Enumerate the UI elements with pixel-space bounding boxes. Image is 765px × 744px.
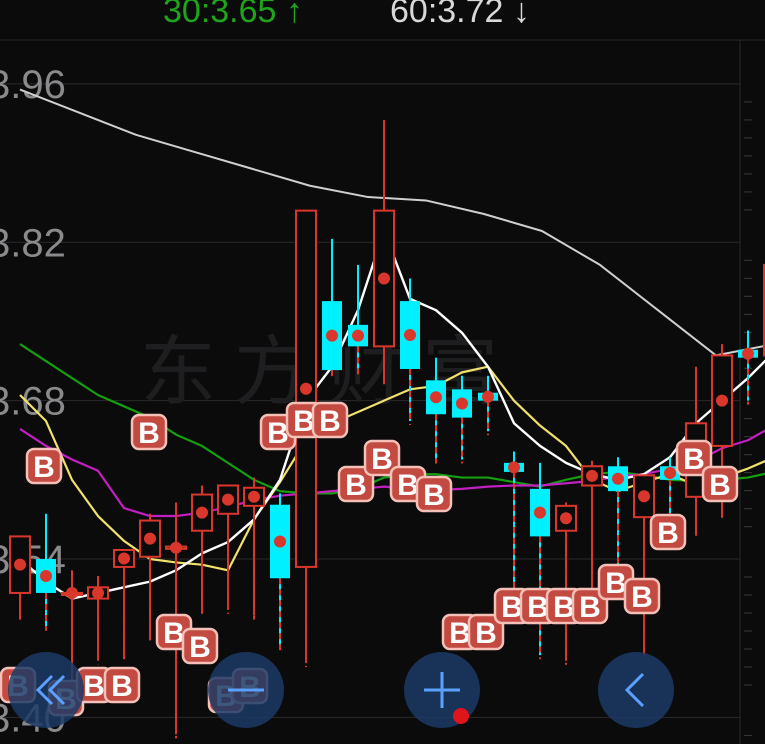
buy-badge-letter: B <box>293 405 315 438</box>
signal-dot <box>248 490 260 503</box>
buy-badge-letter: B <box>475 617 497 650</box>
signal-dot <box>222 493 234 506</box>
buy-badge-letter: B <box>138 417 160 450</box>
buy-badge-letter: B <box>371 443 393 476</box>
buy-badge-letter: B <box>683 443 705 476</box>
buy-badge-letter: B <box>111 670 133 703</box>
candle <box>373 120 395 381</box>
signal-dot <box>560 512 572 525</box>
signal-dot <box>326 329 338 342</box>
signal-dot <box>612 472 624 485</box>
candle <box>555 502 577 661</box>
signal-dot <box>66 586 78 599</box>
buy-signal-badge: B <box>25 447 63 485</box>
buy-badge-letter: B <box>345 469 367 502</box>
signal-dot <box>144 532 156 545</box>
buy-signal-badge: B <box>181 627 219 665</box>
buy-badge-letter: B <box>527 591 549 624</box>
ma30-readout: 30:3.65 ↑ <box>163 0 303 31</box>
y-axis-labels: 3.963.823.683.543.40 <box>0 63 66 740</box>
signal-dot <box>40 569 52 582</box>
y-tick-label: 3.82 <box>0 221 66 265</box>
signal-dot <box>482 390 494 403</box>
signal-dot <box>170 541 182 554</box>
signal-dot <box>534 506 546 519</box>
zoom-out-button[interactable] <box>208 652 284 728</box>
notification-dot-icon <box>453 708 469 724</box>
buy-badge-letter: B <box>579 591 601 624</box>
signal-dot <box>118 552 130 565</box>
signal-dot <box>742 347 754 360</box>
buy-signal-badge: B <box>649 513 687 551</box>
signal-dot <box>638 490 650 503</box>
kline-chart[interactable]: 东方财富 3.963.823.683.543.40 BBBBBBBBBBBBBB… <box>0 0 765 744</box>
buy-badge-letter: B <box>605 567 627 600</box>
buy-badge-letter: B <box>709 469 731 502</box>
back-button[interactable] <box>598 652 674 728</box>
ma60-label: 60:3.72 <box>390 0 504 30</box>
buy-badge-letter: B <box>449 617 471 650</box>
candle <box>738 330 758 401</box>
buy-signal-badge: B <box>701 465 739 503</box>
candle <box>9 535 31 616</box>
ma30-label: 30:3.65 <box>163 0 277 30</box>
rewind-button[interactable] <box>8 652 84 728</box>
signal-dot <box>196 506 208 519</box>
buy-signal-badge: B <box>415 475 453 513</box>
back-button-circle <box>598 652 674 728</box>
buy-badge-letter: B <box>423 479 445 512</box>
buy-signal-badge: B <box>623 577 661 615</box>
rewind-button-circle <box>8 652 84 728</box>
signal-dot <box>716 394 728 407</box>
buy-badge-letter: B <box>163 617 185 650</box>
candle <box>322 238 342 376</box>
buy-badge-letter: B <box>319 405 341 438</box>
signal-dot <box>404 329 416 342</box>
signal-dot <box>586 469 598 482</box>
buy-badge-letter: B <box>267 417 289 450</box>
buy-badge-letter: B <box>631 581 653 614</box>
signal-dot <box>92 586 104 599</box>
signal-dot <box>274 535 286 548</box>
buy-badge-letter: B <box>189 631 211 664</box>
candles <box>9 120 765 735</box>
zoom-in-button[interactable] <box>404 652 480 728</box>
ma60-readout: 60:3.72 ↓ <box>390 0 530 31</box>
signal-dot <box>456 397 468 410</box>
buy-signal-badge: B <box>103 666 141 704</box>
candle <box>191 485 213 613</box>
signal-dot <box>352 329 364 342</box>
buy-badge-letter: B <box>501 591 523 624</box>
y-tick-label: 3.96 <box>0 63 66 107</box>
signal-dot <box>300 382 312 395</box>
y-tick-label: 3.68 <box>0 380 66 424</box>
signal-dot <box>430 391 442 404</box>
signal-dot <box>664 467 676 480</box>
signal-dot <box>14 558 26 571</box>
buy-badge-letter: B <box>397 469 419 502</box>
signal-dot <box>378 272 390 285</box>
down-arrow-icon: ↓ <box>512 0 530 30</box>
buy-badge-letter: B <box>553 591 575 624</box>
buy-signal-badge: B <box>311 401 349 439</box>
buy-signal-badge: B <box>130 413 168 451</box>
up-arrow-icon: ↑ <box>285 0 303 30</box>
buy-badge-letter: B <box>657 517 679 550</box>
buy-badge-letter: B <box>83 670 105 703</box>
buy-badge-letter: B <box>33 451 55 484</box>
signal-dot <box>508 461 520 474</box>
